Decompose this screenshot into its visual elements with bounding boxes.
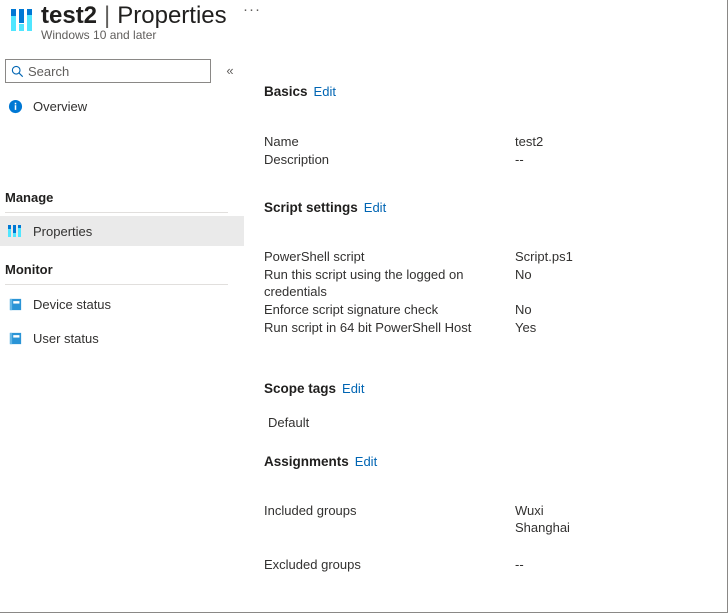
report-icon (5, 328, 25, 348)
section-header-basics: Basics Edit (264, 84, 336, 99)
property-value: Script.ps1 (515, 249, 573, 264)
edit-basics-link[interactable]: Edit (314, 84, 336, 99)
section-header-scope-tags: Scope tags Edit (264, 381, 364, 396)
property-row: Included groups Wuxi Shanghai (264, 502, 570, 536)
blade-header: test2 | Properties Windows 10 and later … (0, 0, 728, 52)
property-row: Name test2 (264, 133, 543, 150)
script-bars-icon (5, 221, 25, 241)
section-rows-scope-tags: Default (268, 414, 309, 431)
sidebar-group-monitor: Monitor (5, 262, 53, 277)
sidebar-divider-manage (5, 212, 228, 213)
section-title: Basics (264, 84, 308, 99)
section-rows-script-settings: PowerShell script Script.ps1 Run this sc… (264, 247, 573, 336)
more-menu-button[interactable]: ··· (241, 2, 263, 24)
section-title: Script settings (264, 200, 358, 215)
property-key: Name (264, 134, 299, 149)
resource-name: test2 (41, 2, 98, 29)
sidebar-item-label: Properties (33, 223, 93, 239)
sidebar-group-manage: Manage (5, 190, 54, 205)
section-title: Assignments (264, 454, 349, 469)
edit-scope-tags-link[interactable]: Edit (342, 381, 364, 396)
report-icon (5, 294, 25, 314)
property-key: PowerShell script (264, 249, 365, 264)
blade-page: test2 | Properties Windows 10 and later … (0, 0, 728, 613)
page-subtitle: Windows 10 and later (41, 28, 157, 42)
section-title: Scope tags (264, 381, 337, 396)
search-icon (6, 60, 28, 82)
blade-name: Properties (117, 2, 227, 29)
property-key: Description (264, 152, 330, 167)
sidebar-item-properties[interactable]: Properties (0, 216, 244, 246)
edit-assignments-link[interactable]: Edit (355, 454, 377, 469)
title-separator: | (104, 2, 111, 29)
sidebar-item-device-status[interactable]: Device status (0, 289, 244, 319)
property-key: Excluded groups (264, 557, 361, 572)
property-value: -- (515, 152, 524, 167)
sidebar-item-user-status[interactable]: User status (0, 323, 244, 353)
sidebar-divider-monitor (5, 284, 228, 285)
search-input[interactable] (28, 61, 210, 81)
property-value: Yes (515, 320, 537, 335)
info-circle-icon (5, 96, 25, 116)
property-row: Excluded groups -- (264, 556, 570, 573)
property-key: Run script in 64 bit PowerShell Host (264, 320, 472, 335)
section-rows-assignments: Included groups Wuxi Shanghai Excluded g… (264, 501, 570, 573)
property-row: PowerShell script Script.ps1 (264, 248, 573, 265)
property-row: Run script in 64 bit PowerShell Host Yes (264, 319, 573, 336)
sidebar-item-label: User status (33, 330, 99, 346)
section-rows-basics: Name test2 Description -- (264, 132, 543, 168)
section-header-script-settings: Script settings Edit (264, 200, 386, 215)
property-value: test2 (515, 134, 544, 149)
scope-tag-item: Default (268, 415, 310, 430)
section-header-assignments: Assignments Edit (264, 454, 377, 469)
property-value: No (515, 267, 532, 282)
sidebar-item-label: Device status (33, 296, 112, 312)
edit-script-settings-link[interactable]: Edit (364, 200, 386, 215)
property-row: Enforce script signature check No (264, 301, 573, 318)
search-box[interactable] (5, 59, 211, 83)
blade-sidebar: « Overview Manage (0, 52, 248, 613)
property-key: Run this script using the logged on cred… (264, 267, 464, 299)
page-title: test2 | Properties (41, 0, 227, 30)
sidebar-item-label: Overview (33, 98, 88, 114)
property-key: Included groups (264, 503, 357, 518)
property-row: Description -- (264, 151, 543, 168)
property-value: -- (515, 557, 524, 572)
property-value: No (515, 302, 532, 317)
sidebar-item-overview[interactable]: Overview (0, 91, 244, 121)
property-key: Enforce script signature check (264, 302, 439, 317)
property-row: Run this script using the logged on cred… (264, 266, 573, 300)
script-bars-icon (9, 5, 37, 35)
property-value: Wuxi Shanghai (515, 503, 570, 535)
collapse-sidebar-button[interactable]: « (221, 62, 239, 80)
